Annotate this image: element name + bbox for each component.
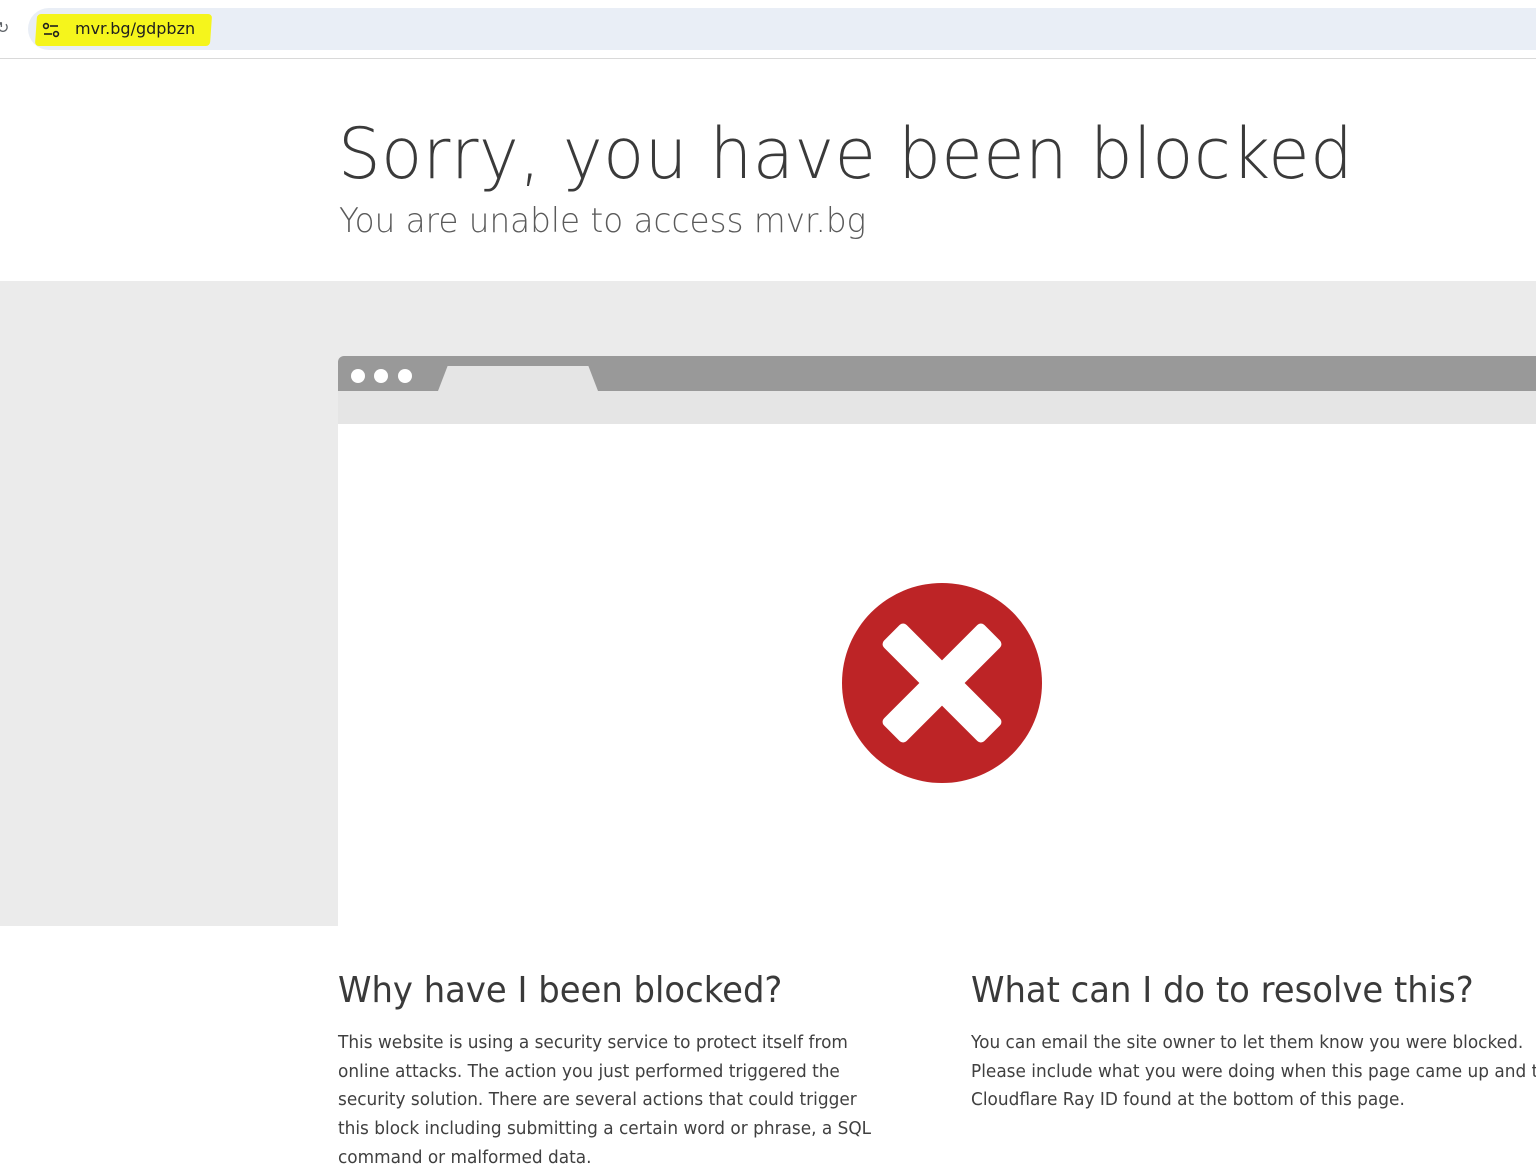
illustration-tab bbox=[438, 366, 598, 391]
page-title: Sorry, you have been blocked bbox=[338, 113, 1354, 195]
illustration-dot bbox=[351, 369, 365, 383]
resolve-section: What can I do to resolve this? You can e… bbox=[971, 965, 1536, 1115]
illustration-title-bar bbox=[338, 356, 1536, 391]
address-bar[interactable] bbox=[28, 8, 1536, 50]
why-blocked-heading: Why have I been blocked? bbox=[338, 970, 783, 1011]
browser-toolbar: ↻ mvr.bg/gdpbzn bbox=[0, 0, 1536, 59]
url-text[interactable]: mvr.bg/gdpbzn bbox=[75, 19, 195, 39]
why-blocked-section: Why have I been blocked? This website is… bbox=[338, 965, 898, 1173]
tune-icon[interactable] bbox=[42, 21, 60, 39]
resolve-heading: What can I do to resolve this? bbox=[971, 970, 1474, 1011]
illustration-dot bbox=[374, 369, 388, 383]
browser-illustration bbox=[338, 356, 1536, 926]
page-subtitle: You are unable to access mvr.bg bbox=[339, 201, 867, 241]
resolve-line: You can email the site owner to let them… bbox=[971, 1032, 1524, 1053]
why-blocked-body: This website is using a security service… bbox=[338, 1032, 872, 1168]
blocked-x-icon bbox=[842, 583, 1042, 783]
resolve-line: Cloudflare Ray ID found at the bottom of… bbox=[971, 1089, 1405, 1111]
illustration-content bbox=[338, 424, 1536, 926]
reload-icon[interactable]: ↻ bbox=[0, 19, 9, 37]
resolve-line: Please include what you were doing when … bbox=[971, 1060, 1536, 1082]
resolve-body: You can email the site owner to let them… bbox=[971, 1029, 1536, 1115]
illustration-toolbar bbox=[338, 391, 1536, 424]
illustration-dot bbox=[398, 369, 412, 383]
